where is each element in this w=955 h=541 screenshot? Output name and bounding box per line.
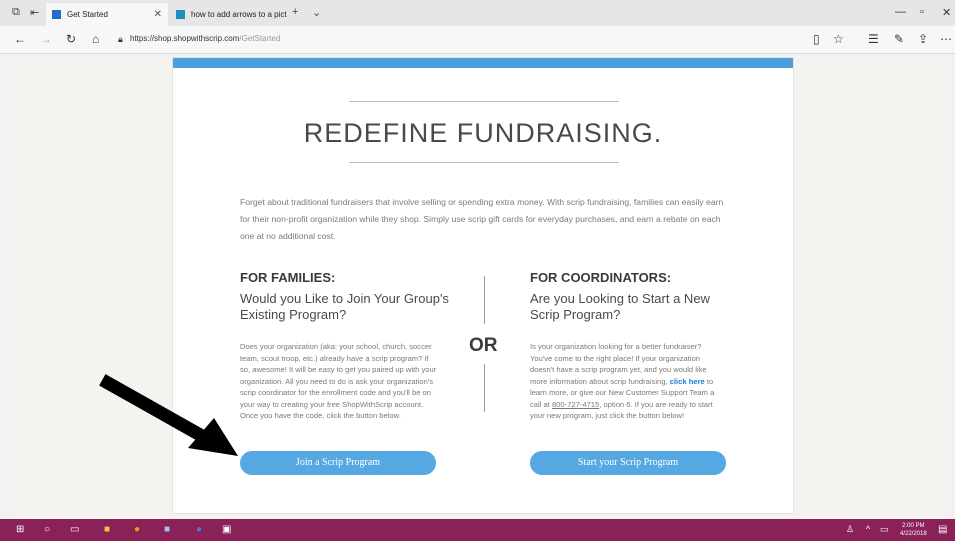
chrome-icon[interactable]: ● xyxy=(134,524,140,535)
annotation-arrow-icon xyxy=(99,374,238,456)
store-icon[interactable]: ▣ xyxy=(222,524,231,535)
system-clock[interactable]: 2:00 PM 4/22/2018 xyxy=(900,522,927,538)
action-center-icon[interactable]: ▤ xyxy=(938,524,947,535)
file-explorer-icon[interactable]: ■ xyxy=(104,524,110,535)
network-icon[interactable]: ▭ xyxy=(880,524,889,535)
clock-date: 4/22/2018 xyxy=(900,531,927,537)
clock-time: 2:00 PM xyxy=(902,523,925,529)
search-icon[interactable]: ○ xyxy=(44,524,50,535)
start-button-icon[interactable]: ⊞ xyxy=(16,524,24,535)
show-hidden-icons-chevron-icon[interactable]: ^ xyxy=(866,524,870,534)
edge-icon[interactable]: ● xyxy=(196,524,202,535)
task-view-icon[interactable]: ▭ xyxy=(70,524,79,535)
app-icon[interactable]: ■ xyxy=(164,524,170,535)
people-icon[interactable]: ♙ xyxy=(846,524,854,535)
windows-taskbar: ⊞ ○ ▭ ■ ● ■ ● ▣ ♙ ^ ▭ 2:00 PM 4/22/2018 … xyxy=(0,519,955,541)
